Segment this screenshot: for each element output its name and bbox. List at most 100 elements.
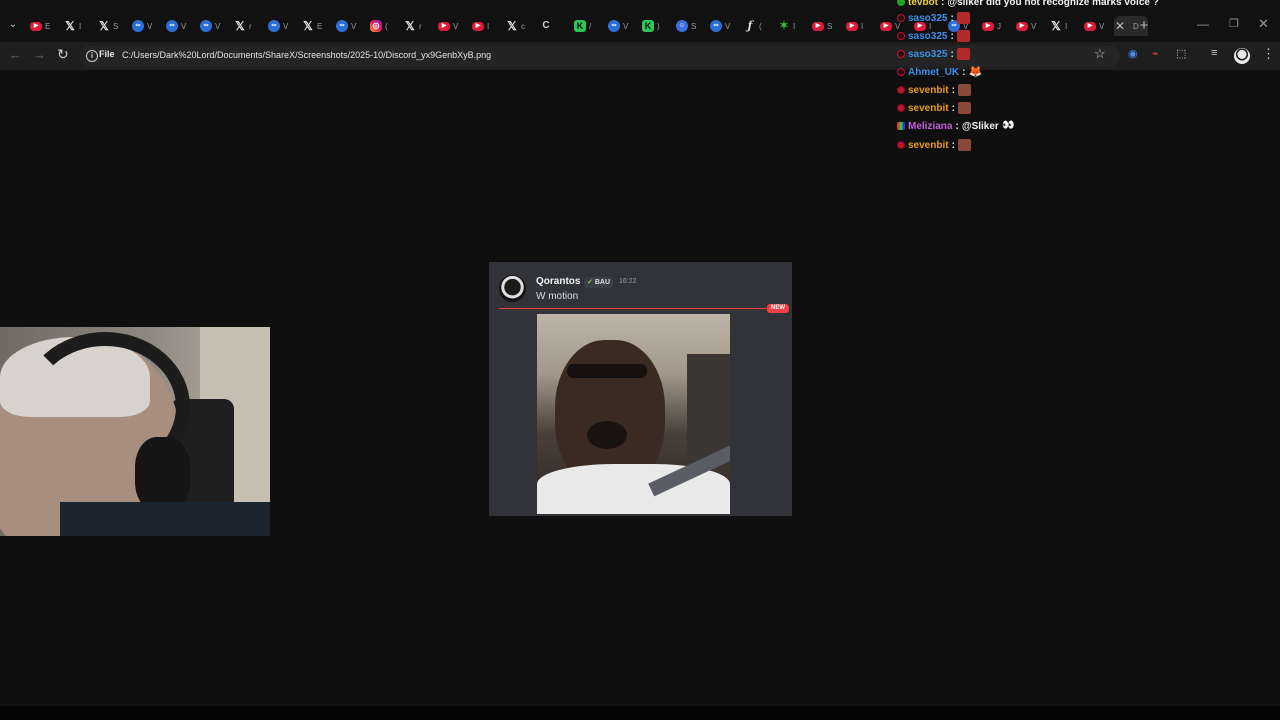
browser-tab[interactable]: 𝕏c: [502, 16, 536, 36]
close-window-button[interactable]: ✕: [1258, 16, 1269, 32]
browser-tab[interactable]: ☺ S: [672, 16, 706, 36]
chat-username[interactable]: saso325: [908, 49, 947, 60]
chat-emote-icon: [957, 102, 971, 114]
tab-title: E: [45, 21, 51, 31]
tab-title: c: [521, 21, 525, 31]
forward-button[interactable]: →: [33, 47, 46, 62]
discord-icon: ☺: [676, 20, 688, 32]
chat-message: saso325:: [897, 46, 970, 62]
browser-tab[interactable]: ▶ J: [978, 16, 1012, 36]
discord-message-image: Qorantos ✓ BAU 16:22 W motion NEW: [489, 262, 792, 516]
chat-separator: :: [951, 102, 955, 114]
copilot-icon: ∞: [608, 20, 620, 32]
chat-username[interactable]: sevenbit: [908, 103, 949, 114]
url-text[interactable]: C:/Users/Dark%20Lord/Documents/ShareX/Sc…: [122, 50, 491, 60]
chat-username[interactable]: sevenbit: [908, 140, 949, 151]
browser-tab[interactable]: ∞ V: [196, 16, 230, 36]
browser-tab[interactable]: ƒ(: [740, 16, 774, 36]
tab-title: (: [759, 21, 762, 31]
profile-avatar[interactable]: [1234, 48, 1250, 64]
new-tab-button[interactable]: +: [1136, 17, 1152, 34]
bottom-edge: [0, 706, 1280, 720]
server-tag-label: BAU: [594, 279, 611, 286]
active-tab-close-icon[interactable]: ✕: [1113, 19, 1127, 33]
leaf-icon: ✶: [779, 20, 789, 32]
browser-tab[interactable]: ∞ V: [162, 16, 196, 36]
browser-tab[interactable]: 𝕏r: [230, 16, 264, 36]
chat-separator: :: [951, 139, 955, 151]
chat-separator: :: [951, 84, 955, 96]
browser-toolbar: ← → ↻ i File C:/Users/Dark%20Lord/Docume…: [0, 42, 1280, 70]
maximize-button[interactable]: ❐: [1229, 17, 1239, 30]
browser-tab[interactable]: K): [638, 16, 672, 36]
browser-tab[interactable]: ▶ V: [1012, 16, 1046, 36]
browser-tab[interactable]: 𝕏I: [60, 16, 94, 36]
tag-check-icon: ✓: [587, 279, 593, 286]
browser-tab[interactable]: ∞ V: [128, 16, 162, 36]
new-badge: NEW: [767, 304, 789, 313]
copilot-icon: ∞: [710, 20, 722, 32]
chat-username[interactable]: tevbot: [908, 0, 938, 8]
tab-title: V: [215, 21, 221, 31]
chat-username[interactable]: Ahmet_UK: [908, 67, 959, 78]
chat-username[interactable]: sevenbit: [908, 85, 949, 96]
x-icon: 𝕏: [235, 19, 245, 33]
file-chip[interactable]: File: [99, 49, 115, 59]
chat-username[interactable]: Meliziana: [908, 121, 952, 132]
site-info-icon[interactable]: i: [86, 50, 98, 62]
menu-kebab-icon[interactable]: ⋮: [1262, 46, 1275, 62]
message-text: W motion: [536, 291, 579, 302]
tab-title: V: [1099, 21, 1105, 31]
x-icon: 𝕏: [99, 19, 109, 33]
tab-search-chevron-icon[interactable]: ⌄: [5, 17, 21, 33]
tab-title: I: [487, 21, 490, 31]
browser-tab[interactable]: ▶ I: [842, 16, 876, 36]
cast-icon[interactable]: ◉: [1128, 47, 1138, 60]
webcam-shirt: [60, 502, 270, 536]
tab-title: r: [249, 21, 252, 31]
browser-tab[interactable]: ∞ V: [604, 16, 638, 36]
kick-icon: K: [642, 20, 654, 32]
browser-tab[interactable]: 𝕏S: [94, 16, 128, 36]
reload-button[interactable]: ↻: [57, 46, 69, 63]
browser-tab[interactable]: 𝕏E: [298, 16, 332, 36]
chat-username[interactable]: saso325: [908, 31, 947, 42]
browser-tab[interactable]: ▶ V: [1080, 16, 1114, 36]
chat-emote-icon: 👀: [1002, 120, 1015, 131]
minimize-button[interactable]: —: [1197, 17, 1209, 31]
browser-tab[interactable]: 𝕏r: [400, 16, 434, 36]
browser-tab[interactable]: ∞ V: [264, 16, 298, 36]
chat-message: Ahmet_UK: 🦊: [897, 64, 983, 80]
media-sunglasses: [567, 364, 647, 378]
browser-tab[interactable]: ▶ S: [808, 16, 842, 36]
browser-tab[interactable]: ◎(: [366, 16, 400, 36]
browser-tab[interactable]: C: [536, 16, 570, 36]
back-button[interactable]: ←: [9, 47, 22, 62]
reading-list-icon[interactable]: ≡: [1211, 47, 1217, 59]
tab-title: S: [113, 21, 119, 31]
chat-message: tevbot: @sliker did you not recognize mar…: [897, 0, 1159, 10]
chat-separator: :: [941, 0, 945, 8]
browser-tab[interactable]: ▶ I: [468, 16, 502, 36]
youtube-icon: ▶: [846, 21, 858, 31]
bookmark-star-icon[interactable]: ☆: [1094, 46, 1106, 62]
browser-tab[interactable]: ∞ V: [706, 16, 740, 36]
tab-title: V: [181, 21, 187, 31]
tab-title: V: [147, 21, 153, 31]
author-name: Qorantos: [536, 276, 581, 287]
chat-emote-icon: 🦊: [968, 66, 983, 78]
x-icon: 𝕏: [65, 19, 75, 33]
extensions-puzzle-icon[interactable]: ⬚: [1176, 47, 1186, 60]
chat-username[interactable]: saso325: [908, 13, 947, 24]
tab-title: V: [725, 21, 731, 31]
copilot-icon: ∞: [166, 20, 178, 32]
extension-icon[interactable]: ⌁: [1152, 47, 1159, 60]
chat-emote-icon: [956, 48, 970, 60]
browser-tab[interactable]: ✶ I: [774, 16, 808, 36]
browser-tab[interactable]: ∞ V: [332, 16, 366, 36]
chat-text: @Sliker: [961, 120, 999, 132]
browser-tab[interactable]: ▶ V: [434, 16, 468, 36]
browser-tab[interactable]: 𝕏I: [1046, 16, 1080, 36]
browser-tab[interactable]: K /: [570, 16, 604, 36]
browser-tab[interactable]: ▶ E: [26, 16, 60, 36]
